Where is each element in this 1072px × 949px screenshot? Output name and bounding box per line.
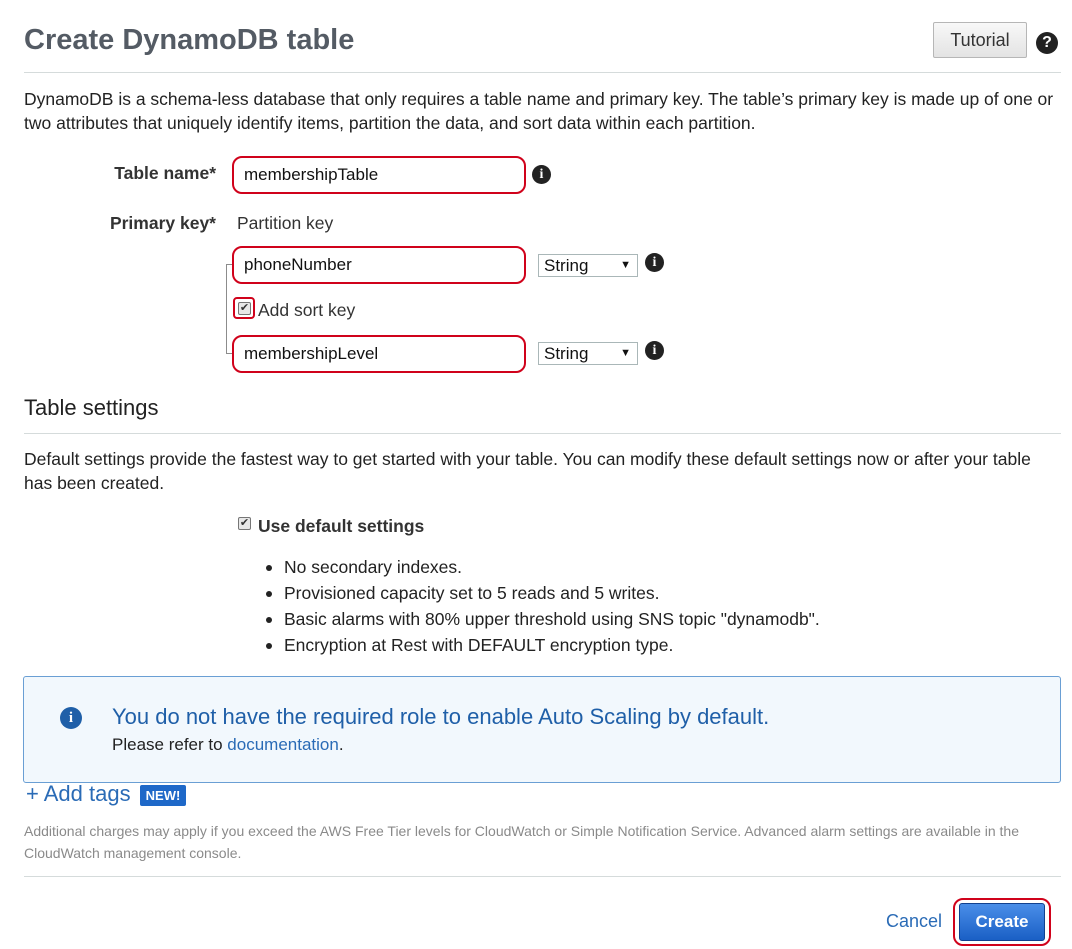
- settings-divider: [24, 433, 1061, 434]
- notice-title: You do not have the required role to ena…: [112, 704, 770, 729]
- table-name-info-icon[interactable]: i: [532, 165, 551, 184]
- list-item: No secondary indexes.: [264, 554, 820, 580]
- add-sort-key-label: Add sort key: [258, 300, 356, 320]
- create-button[interactable]: Create: [959, 903, 1045, 941]
- partition-key-label: Partition key: [237, 213, 334, 233]
- charges-note: Additional charges may apply if you exce…: [24, 823, 1020, 861]
- tutorial-button[interactable]: Tutorial: [933, 22, 1027, 58]
- table-name-input[interactable]: [240, 162, 524, 188]
- chevron-down-icon: ▼: [620, 259, 631, 271]
- partition-key-type-value: String: [544, 256, 589, 275]
- partition-key-field[interactable]: [232, 246, 526, 284]
- partition-key-type-select[interactable]: String ▼: [538, 254, 638, 277]
- cancel-button[interactable]: Cancel: [886, 911, 942, 932]
- key-bracket-connector: [226, 264, 227, 354]
- notice-body: Please refer to documentation.: [112, 735, 344, 755]
- sort-key-type-value: String: [544, 344, 589, 363]
- list-item: Basic alarms with 80% upper threshold us…: [264, 606, 820, 632]
- page-title: Create DynamoDB table: [24, 24, 355, 56]
- use-default-settings-checkbox[interactable]: ✔: [238, 517, 251, 530]
- auto-scaling-notice: i You do not have the required role to e…: [23, 676, 1061, 783]
- table-settings-description: Default settings provide the fastest way…: [24, 449, 1031, 493]
- add-sort-key-checkbox[interactable]: ✔: [238, 302, 251, 315]
- new-badge: NEW!: [140, 785, 186, 806]
- header-divider: [24, 72, 1061, 73]
- partition-key-input[interactable]: [240, 252, 524, 278]
- list-item: Encryption at Rest with DEFAULT encrypti…: [264, 632, 820, 658]
- sort-key-input[interactable]: [240, 341, 524, 367]
- checkmark-icon: ✔: [239, 517, 250, 529]
- table-name-label: Table name*: [114, 163, 216, 183]
- sort-key-info-icon[interactable]: i: [645, 341, 664, 360]
- primary-key-label: Primary key*: [109, 213, 216, 233]
- add-tags-link[interactable]: + Add tags: [26, 781, 131, 807]
- intro-text: DynamoDB is a schema-less database that …: [24, 89, 1054, 133]
- checkmark-icon: ✔: [239, 302, 250, 314]
- list-item: Provisioned capacity set to 5 reads and …: [264, 580, 820, 606]
- documentation-link[interactable]: documentation: [227, 735, 339, 754]
- help-icon[interactable]: ?: [1036, 32, 1058, 54]
- sort-key-type-select[interactable]: String ▼: [538, 342, 638, 365]
- use-default-settings-label: Use default settings: [258, 516, 425, 536]
- chevron-down-icon: ▼: [620, 347, 631, 359]
- partition-key-info-icon[interactable]: i: [645, 253, 664, 272]
- table-settings-heading: Table settings: [24, 395, 159, 420]
- info-circle-icon: i: [60, 707, 82, 729]
- notice-body-suffix: .: [338, 735, 344, 754]
- notice-body-prefix: Please refer to: [112, 735, 223, 754]
- footer-divider: [24, 876, 1061, 877]
- sort-key-field[interactable]: [232, 335, 526, 373]
- default-settings-list: No secondary indexes. Provisioned capaci…: [264, 554, 820, 658]
- table-name-field[interactable]: [232, 156, 526, 194]
